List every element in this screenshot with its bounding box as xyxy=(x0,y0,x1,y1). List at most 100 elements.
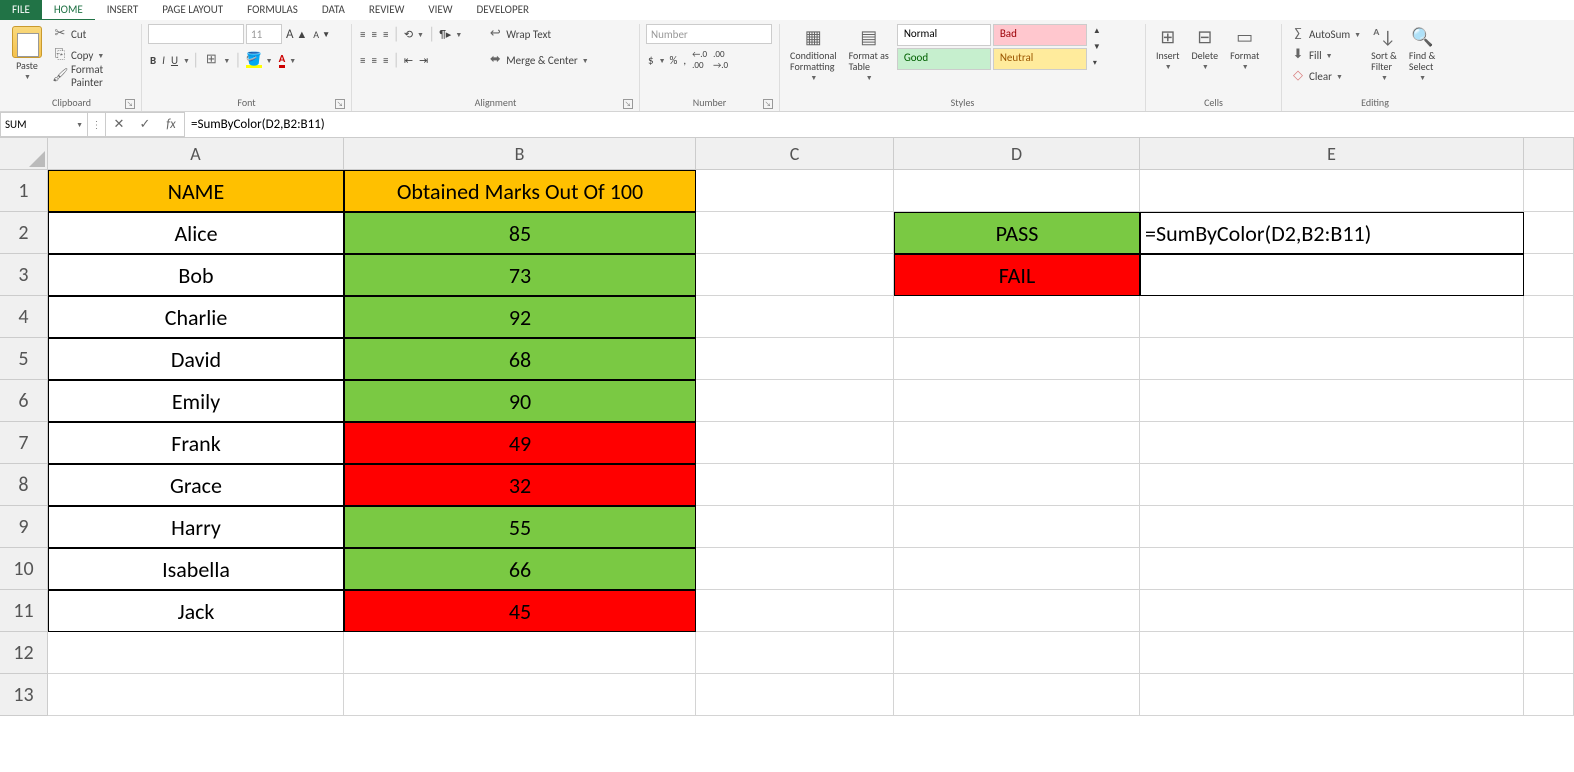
cell-E11[interactable] xyxy=(1140,590,1524,632)
row-header-6[interactable]: 6 xyxy=(0,380,48,422)
cell-F2[interactable] xyxy=(1524,212,1574,254)
italic-button[interactable]: I xyxy=(160,50,167,70)
row-header-1[interactable]: 1 xyxy=(0,170,48,212)
alignment-dialog-launcher[interactable]: ↘ xyxy=(623,99,633,109)
col-header-A[interactable]: A xyxy=(48,138,344,170)
cell-F12[interactable] xyxy=(1524,632,1574,674)
cell-A8[interactable]: Grace xyxy=(48,464,344,506)
tab-view[interactable]: VIEW xyxy=(416,0,464,20)
font-color-button[interactable]: A▼ xyxy=(277,50,299,70)
cell-D4[interactable] xyxy=(894,296,1140,338)
cell-B1[interactable]: Obtained Marks Out Of 100 xyxy=(344,170,696,212)
styles-scroll-down[interactable]: ▼ xyxy=(1091,40,1103,55)
font-size-select[interactable] xyxy=(246,24,282,44)
row-header-7[interactable]: 7 xyxy=(0,422,48,464)
cell-C7[interactable] xyxy=(696,422,894,464)
cell-E3[interactable] xyxy=(1140,254,1524,296)
find-select-button[interactable]: 🔍Find & Select▼ xyxy=(1405,24,1439,84)
row-header-13[interactable]: 13 xyxy=(0,674,48,716)
style-bad[interactable]: Bad xyxy=(993,24,1087,46)
cancel-formula-button[interactable]: ✕ xyxy=(106,117,132,132)
align-right-button[interactable]: ≡ xyxy=(381,50,390,70)
cell-A1[interactable]: NAME xyxy=(48,170,344,212)
decrease-decimal-button[interactable]: .00→.0 xyxy=(711,50,730,70)
cell-F11[interactable] xyxy=(1524,590,1574,632)
row-header-4[interactable]: 4 xyxy=(0,296,48,338)
tab-formulas[interactable]: FORMULAS xyxy=(235,0,310,20)
cell-B9[interactable]: 55 xyxy=(344,506,696,548)
cell-E12[interactable] xyxy=(1140,632,1524,674)
align-bottom-button[interactable]: ≡ xyxy=(381,24,390,44)
orientation-button[interactable]: ⟲▼ xyxy=(402,24,426,44)
select-all-corner[interactable] xyxy=(0,138,48,170)
shrink-font-button[interactable]: A▼ xyxy=(311,24,332,44)
cell-C3[interactable] xyxy=(696,254,894,296)
cell-A2[interactable]: Alice xyxy=(48,212,344,254)
col-header-B[interactable]: B xyxy=(344,138,696,170)
cell-D9[interactable] xyxy=(894,506,1140,548)
cell-A11[interactable]: Jack xyxy=(48,590,344,632)
cell-D1[interactable] xyxy=(894,170,1140,212)
tab-developer[interactable]: DEVELOPER xyxy=(465,0,541,20)
cell-styles-gallery[interactable]: Normal Bad Good Neutral xyxy=(897,24,1087,70)
tab-insert[interactable]: INSERT xyxy=(95,0,151,20)
align-left-button[interactable]: ≡ xyxy=(358,50,367,70)
row-header-2[interactable]: 2 xyxy=(0,212,48,254)
cell-B5[interactable]: 68 xyxy=(344,338,696,380)
align-center-button[interactable]: ≡ xyxy=(369,50,378,70)
cell-A12[interactable] xyxy=(48,632,344,674)
cell-C2[interactable] xyxy=(696,212,894,254)
cell-F3[interactable] xyxy=(1524,254,1574,296)
cell-A5[interactable]: David xyxy=(48,338,344,380)
format-cells-button[interactable]: ▭Format▼ xyxy=(1226,24,1263,73)
tab-home[interactable]: HOME xyxy=(42,0,95,20)
cell-E4[interactable] xyxy=(1140,296,1524,338)
delete-cells-button[interactable]: ⊟Delete▼ xyxy=(1188,24,1223,73)
fill-color-button[interactable]: 🪣▼ xyxy=(244,50,275,70)
copy-button[interactable]: ⎘Copy▼ xyxy=(50,45,135,65)
currency-button[interactable]: $ xyxy=(646,50,656,70)
style-neutral[interactable]: Neutral xyxy=(993,48,1087,70)
name-box[interactable]: SUM▼ xyxy=(0,112,88,137)
insert-cells-button[interactable]: ⊞Insert▼ xyxy=(1152,24,1184,73)
cell-A4[interactable]: Charlie xyxy=(48,296,344,338)
increase-indent-button[interactable]: ⇥ xyxy=(417,50,430,70)
format-painter-button[interactable]: 🖌Format Painter xyxy=(50,66,135,86)
row-header-9[interactable]: 9 xyxy=(0,506,48,548)
insert-function-button[interactable]: fx xyxy=(158,117,184,132)
cell-E8[interactable] xyxy=(1140,464,1524,506)
wrap-text-button[interactable]: ↩Wrap Text xyxy=(485,24,590,44)
paste-button[interactable]: Paste ▼ xyxy=(8,24,46,83)
row-header-3[interactable]: 3 xyxy=(0,254,48,296)
row-header-10[interactable]: 10 xyxy=(0,548,48,590)
cell-B2[interactable]: 85 xyxy=(344,212,696,254)
cell-B12[interactable] xyxy=(344,632,696,674)
cell-A3[interactable]: Bob xyxy=(48,254,344,296)
font-dialog-launcher[interactable]: ↘ xyxy=(335,99,345,109)
cell-F10[interactable] xyxy=(1524,548,1574,590)
name-box-expand[interactable]: ⋮ xyxy=(88,112,106,137)
cell-E6[interactable] xyxy=(1140,380,1524,422)
cell-E9[interactable] xyxy=(1140,506,1524,548)
clipboard-dialog-launcher[interactable]: ↘ xyxy=(125,99,135,109)
cell-B13[interactable] xyxy=(344,674,696,716)
cell-B8[interactable]: 32 xyxy=(344,464,696,506)
styles-scroll-up[interactable]: ▲ xyxy=(1091,24,1103,39)
cell-D12[interactable] xyxy=(894,632,1140,674)
tab-page-layout[interactable]: PAGE LAYOUT xyxy=(150,0,235,20)
cell-F4[interactable] xyxy=(1524,296,1574,338)
col-header-C[interactable]: C xyxy=(696,138,894,170)
cell-F8[interactable] xyxy=(1524,464,1574,506)
cell-C11[interactable] xyxy=(696,590,894,632)
style-good[interactable]: Good xyxy=(897,48,991,70)
cell-F13[interactable] xyxy=(1524,674,1574,716)
col-header-blank[interactable] xyxy=(1524,138,1574,170)
cell-A7[interactable]: Frank xyxy=(48,422,344,464)
col-header-D[interactable]: D xyxy=(894,138,1140,170)
row-header-5[interactable]: 5 xyxy=(0,338,48,380)
cell-E13[interactable] xyxy=(1140,674,1524,716)
number-format-select[interactable] xyxy=(646,24,772,44)
cut-button[interactable]: ✂Cut xyxy=(50,24,135,44)
align-middle-button[interactable]: ≡ xyxy=(369,24,378,44)
cell-C10[interactable] xyxy=(696,548,894,590)
